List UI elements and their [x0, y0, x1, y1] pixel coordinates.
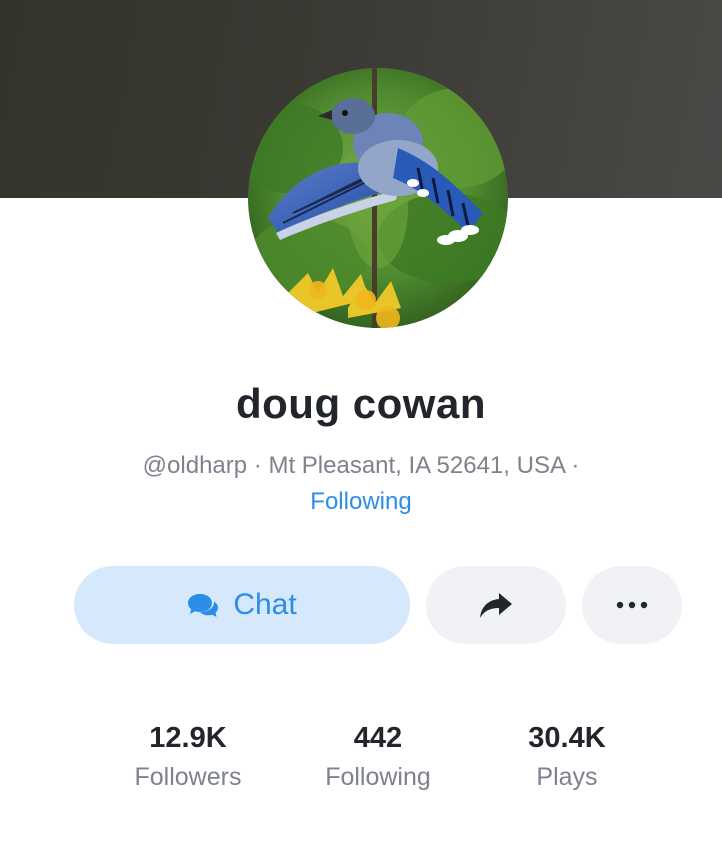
ellipsis-icon: [616, 601, 648, 609]
stat-value: 30.4K: [528, 722, 606, 754]
chat-bubbles-icon: [188, 594, 219, 617]
profile-location: Mt Pleasant, IA 52641, USA: [268, 452, 565, 479]
stat-plays[interactable]: 30.4K Plays: [467, 718, 667, 796]
more-options-button[interactable]: [582, 566, 682, 644]
meta-separator: ·: [253, 452, 262, 479]
stat-label: Plays: [536, 763, 598, 791]
stat-followers[interactable]: 12.9K Followers: [88, 718, 288, 796]
stat-value: 12.9K: [149, 722, 227, 754]
meta-separator: ·: [571, 452, 580, 479]
stat-following[interactable]: 442 Following: [278, 718, 478, 796]
chat-button-label: Chat: [233, 588, 297, 621]
stat-label: Following: [325, 763, 431, 791]
share-arrow-icon: [480, 593, 512, 618]
chat-button[interactable]: Chat: [74, 566, 410, 644]
profile-meta: @oldharp · Mt Pleasant, IA 52641, USA · …: [0, 448, 722, 520]
avatar[interactable]: [248, 68, 508, 328]
stat-value: 442: [353, 722, 403, 754]
follow-status-link[interactable]: Following: [310, 488, 411, 515]
profile-handle[interactable]: @oldharp: [143, 452, 247, 479]
profile-name: doug cowan: [236, 380, 486, 427]
share-button[interactable]: [426, 566, 566, 644]
blue-jay-photo: [248, 68, 508, 328]
stat-label: Followers: [134, 763, 242, 791]
